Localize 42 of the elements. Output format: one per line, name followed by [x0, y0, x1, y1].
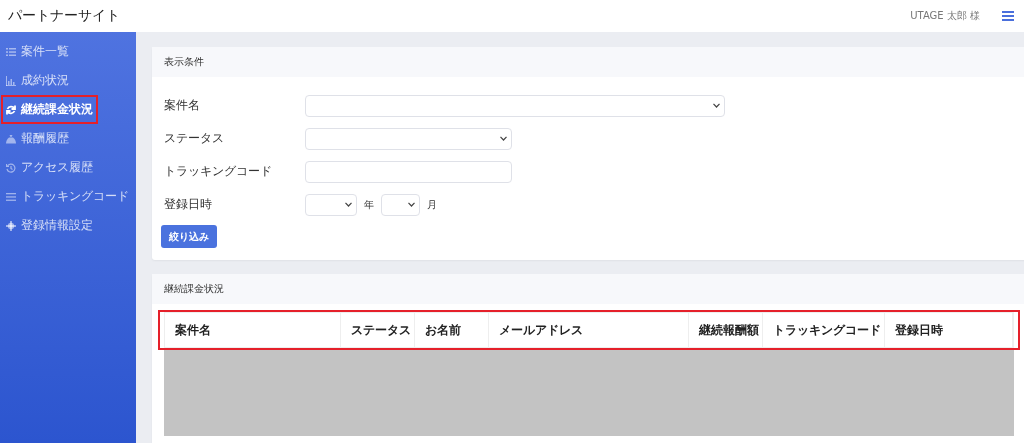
column-header: ステータス: [341, 313, 415, 347]
field-label: ステータス: [164, 130, 225, 147]
chevron-icon: [713, 103, 720, 108]
sidebar-item[interactable]: 登録情報設定: [6, 215, 93, 236]
unit-label: 年: [364, 197, 374, 212]
select-field[interactable]: [305, 127, 512, 150]
filter-button[interactable]: 絞り込み: [161, 225, 217, 248]
history-icon: [6, 162, 16, 173]
list-icon: [6, 46, 16, 57]
column-header: 登録日時: [885, 313, 1013, 347]
field-label: 登録日時: [164, 196, 213, 213]
unit-label: 月: [427, 197, 437, 212]
refresh-icon: [6, 104, 16, 115]
input-field[interactable]: [305, 160, 512, 183]
column-header: トラッキングコード: [763, 313, 885, 347]
menu-icon[interactable]: [1002, 11, 1014, 21]
field-label: 案件名: [164, 97, 201, 114]
bag-icon: [6, 133, 16, 144]
sidebar-item[interactable]: アクセス履歴: [6, 157, 93, 178]
select-field[interactable]: [305, 193, 357, 216]
select-field[interactable]: [305, 94, 725, 117]
field-label: トラッキングコード: [164, 163, 273, 180]
card-title: 表示条件: [164, 55, 204, 69]
sidebar-item[interactable]: 案件一覧: [6, 41, 69, 62]
site-title: パートナーサイト: [8, 7, 120, 25]
chart-icon: [6, 75, 16, 86]
chevron-icon: [500, 136, 507, 141]
column-header: 案件名: [165, 313, 341, 347]
chevron-icon: [345, 202, 352, 207]
sidebar-item[interactable]: 成約状況: [6, 70, 69, 91]
sidebar-item[interactable]: トラッキングコード: [6, 186, 129, 207]
user-name: UTAGE 太郎 様: [910, 9, 980, 23]
column-header: メールアドレス: [489, 313, 689, 347]
card-title: 継続課金状況: [164, 282, 224, 296]
lines-icon: [6, 191, 16, 202]
select-field[interactable]: [381, 193, 420, 216]
settings-icon: [6, 220, 16, 231]
sidebar-item[interactable]: 報酬履歴: [6, 128, 69, 149]
column-header: お名前: [415, 313, 489, 347]
chevron-icon: [408, 202, 415, 207]
sidebar-item[interactable]: 継続課金状況: [6, 99, 93, 120]
column-header: 継続報酬額: [689, 313, 763, 347]
